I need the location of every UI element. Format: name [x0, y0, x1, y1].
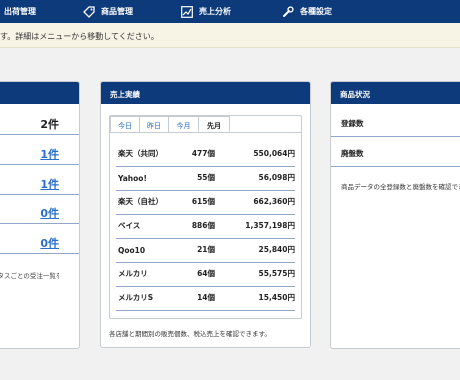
- shop-name: Yahoo!: [118, 174, 147, 183]
- nav-item-label: 商品管理: [101, 7, 133, 16]
- card-title: 商品状況: [331, 82, 460, 104]
- tab-yesterday[interactable]: 昨日: [139, 116, 169, 132]
- divider: [0, 134, 79, 135]
- table-row: 楽天（共同） 477個 550,064円: [116, 143, 295, 167]
- sales-tab-panel: 今日 昨日 今月 先月 楽天（共同） 477個 550,064円 Yahoo! …: [109, 115, 302, 319]
- sales-amount: 25,840円: [258, 245, 295, 254]
- divider: [331, 136, 460, 137]
- sales-amount: 56,098円: [258, 173, 295, 182]
- table-row: ベイス 886個 1,357,198円: [116, 215, 295, 239]
- tab-today[interactable]: 今日: [110, 116, 140, 132]
- table-row: 楽天（自社） 615個 662,360円: [116, 191, 295, 215]
- status-count-link[interactable]: 0件: [40, 205, 59, 221]
- nav-item-label: 売上分析: [199, 7, 231, 16]
- sales-amount: 55,575円: [258, 269, 295, 278]
- status-count-link[interactable]: 1件: [40, 176, 59, 192]
- top-nav: 出荷管理 商品管理 売上分析 各種設定: [0, 0, 460, 23]
- sales-count: 55個: [197, 173, 215, 182]
- divider: [331, 166, 460, 167]
- nav-item-shipping[interactable]: 出荷管理: [4, 0, 36, 23]
- nav-item-products[interactable]: 商品管理: [83, 0, 133, 23]
- table-row: メルカリS 14個 15,450円: [116, 287, 295, 311]
- status-count-link[interactable]: 1件: [40, 146, 59, 162]
- divider: [0, 253, 79, 254]
- nav-item-settings[interactable]: 各種設定: [282, 0, 332, 23]
- tab-this-month[interactable]: 今月: [168, 116, 199, 132]
- order-status-card: 2件 1件 1件 0件 0件 ータスごとの受注一覧を: [0, 81, 80, 349]
- sales-amount: 1,357,198円: [245, 221, 295, 230]
- status-count: 2件: [40, 118, 59, 131]
- registered-count-label: 登録数: [341, 119, 364, 128]
- nav-item-label: 出荷管理: [4, 7, 36, 16]
- notice-bar: す。詳細はメニューから移動してください。: [0, 23, 460, 48]
- wrench-icon: [283, 5, 294, 17]
- card-header: [0, 82, 79, 104]
- sales-amount: 15,450円: [258, 293, 295, 302]
- nav-item-sales-analysis[interactable]: 売上分析: [181, 0, 231, 23]
- sales-count: 14個: [197, 293, 215, 302]
- status-count-link[interactable]: 0件: [40, 235, 59, 251]
- shop-name: Qoo10: [118, 246, 146, 255]
- chart-icon: [181, 5, 193, 18]
- product-status-card: 商品状況 登録数 廃盤数 商品データの全登録数と廃盤数を確認でき: [330, 81, 460, 349]
- card-note: ータスごとの受注一覧を: [0, 272, 59, 280]
- shop-name: ベイス: [118, 221, 141, 230]
- divider: [0, 194, 79, 195]
- sales-results-card: 売上実績 今日 昨日 今月 先月 楽天（共同） 477個 550,064円 Ya…: [100, 81, 311, 348]
- shop-name: 楽天（自社）: [118, 197, 163, 206]
- notice-text: す。詳細はメニューから移動してください。: [0, 32, 159, 41]
- table-row: メルカリ 64個 55,575円: [116, 263, 295, 287]
- sales-count: 64個: [197, 269, 215, 278]
- sales-count: 477個: [191, 149, 215, 158]
- discontinued-count-label: 廃盤数: [341, 149, 364, 158]
- card-title: 売上実績: [101, 82, 310, 104]
- divider: [0, 164, 79, 165]
- card-note: 各店舗と期間別の販売個数、税込売上を確認できます。: [109, 330, 271, 338]
- nav-item-label: 各種設定: [300, 7, 332, 16]
- shop-name: メルカリ: [118, 269, 148, 278]
- sales-amount: 550,064円: [253, 149, 295, 158]
- table-row: Yahoo! 55個 56,098円: [116, 167, 295, 191]
- table-row: Qoo10 21個 25,840円: [116, 239, 295, 263]
- sales-count: 615個: [191, 197, 215, 206]
- sales-amount: 662,360円: [253, 197, 295, 206]
- tag-icon: [83, 5, 95, 18]
- sales-count: 886個: [191, 221, 215, 230]
- shop-name: メルカリS: [118, 293, 154, 302]
- sales-count: 21個: [197, 245, 215, 254]
- tab-last-month[interactable]: 先月: [198, 116, 230, 132]
- card-note: 商品データの全登録数と廃盤数を確認でき: [341, 183, 460, 191]
- shop-name: 楽天（共同）: [118, 149, 163, 158]
- tab-divider: [110, 132, 301, 133]
- divider: [0, 223, 79, 224]
